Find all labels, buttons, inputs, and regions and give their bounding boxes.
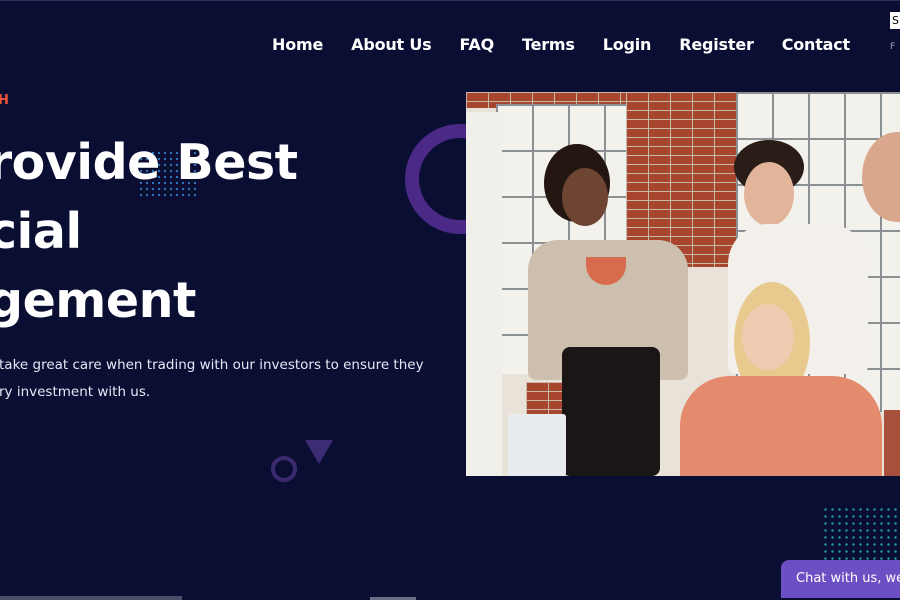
nav-home[interactable]: Home: [258, 34, 337, 56]
hero-description: take great care when trading with our in…: [0, 352, 439, 406]
hero-eyebrow: H: [0, 93, 9, 108]
scrollbar-track: [0, 596, 182, 600]
description-line: ry investment with us.: [0, 384, 151, 400]
headline-line: gement: [0, 272, 196, 329]
description-line: take great care when trading with our in…: [0, 357, 424, 373]
language-selector[interactable]: S: [890, 12, 900, 29]
nav-login[interactable]: Login: [589, 34, 666, 56]
headline-line: cial: [0, 203, 82, 260]
nav-faq[interactable]: FAQ: [446, 34, 508, 56]
page: Home About Us FAQ Terms Login Register C…: [0, 0, 900, 600]
headline-line: rovide Best: [0, 134, 298, 191]
dot-grid-decoration-bottom: [822, 506, 900, 560]
top-divider: [0, 0, 900, 1]
nav-about-us[interactable]: About Us: [337, 34, 445, 56]
chat-widget-button[interactable]: Chat with us, we: [781, 560, 900, 598]
language-sub-label: F: [890, 42, 896, 52]
nav-contact[interactable]: Contact: [768, 34, 864, 56]
small-ring-decoration: [271, 456, 297, 482]
hero-image: [466, 92, 900, 476]
triangle-decoration: [305, 440, 333, 464]
hero-headline: rovide Best cial gement: [0, 128, 298, 335]
main-nav: Home About Us FAQ Terms Login Register C…: [258, 34, 864, 56]
nav-terms[interactable]: Terms: [508, 34, 589, 56]
nav-register[interactable]: Register: [665, 34, 767, 56]
